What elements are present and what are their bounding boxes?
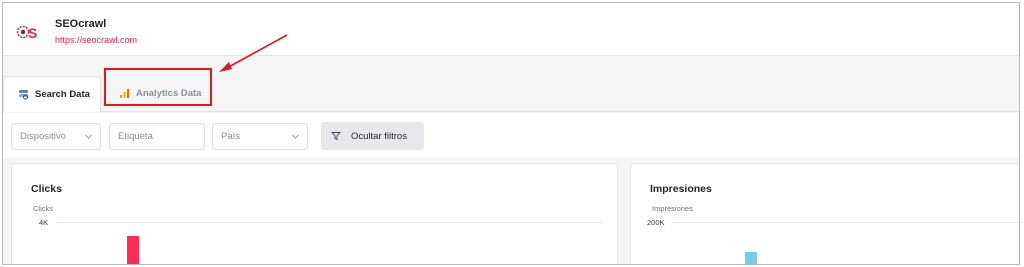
clicks-gridline: [57, 222, 602, 223]
search-console-icon: [19, 90, 28, 100]
tag-input-placeholder: Etiqueta: [118, 131, 153, 142]
filter-bar: Dispositivo Etiqueta País Ocultar filtro…: [3, 113, 1019, 158]
site-url[interactable]: https://seocrawl.com: [55, 35, 137, 45]
impressions-top-tick: 200K: [647, 218, 665, 227]
svg-text:S: S: [28, 25, 37, 41]
impressions-axis-label: Impresiones: [652, 204, 693, 213]
device-select[interactable]: Dispositivo: [11, 123, 101, 150]
impressions-title: Impresiones: [650, 183, 712, 195]
impressions-card: Impresiones Impresiones 200K: [630, 163, 1019, 264]
hide-filters-label: Ocultar filtros: [351, 130, 407, 142]
country-select[interactable]: País: [212, 123, 308, 150]
tab-search-data[interactable]: Search Data: [3, 76, 101, 112]
chevron-down-icon: [292, 134, 299, 139]
clicks-card: Clicks Clicks 4K: [11, 163, 618, 264]
clicks-axis-label: Clicks: [33, 204, 53, 213]
annotation-highlight-box: [104, 68, 212, 106]
filter-icon: [331, 132, 341, 141]
tag-input[interactable]: Etiqueta: [109, 123, 205, 150]
country-select-label: País: [221, 131, 241, 142]
clicks-title: Clicks: [31, 183, 62, 195]
impressions-bar[interactable]: [745, 252, 757, 264]
clicks-top-tick: 4K: [39, 218, 49, 227]
tab-search-data-label: Search Data: [35, 89, 90, 100]
impressions-gridline: [673, 222, 1019, 223]
clicks-bar[interactable]: [127, 236, 139, 264]
device-select-label: Dispositivo: [20, 131, 66, 142]
app-frame: S SEOcrawl https://seocrawl.com Search D…: [2, 2, 1020, 265]
site-header: S SEOcrawl https://seocrawl.com: [3, 3, 1019, 56]
annotation-arrow-icon: [219, 34, 288, 72]
seocrawl-logo: S: [16, 25, 37, 41]
hide-filters-button[interactable]: Ocultar filtros: [321, 122, 424, 150]
chevron-down-icon: [85, 134, 92, 139]
site-name: SEOcrawl: [55, 18, 107, 30]
